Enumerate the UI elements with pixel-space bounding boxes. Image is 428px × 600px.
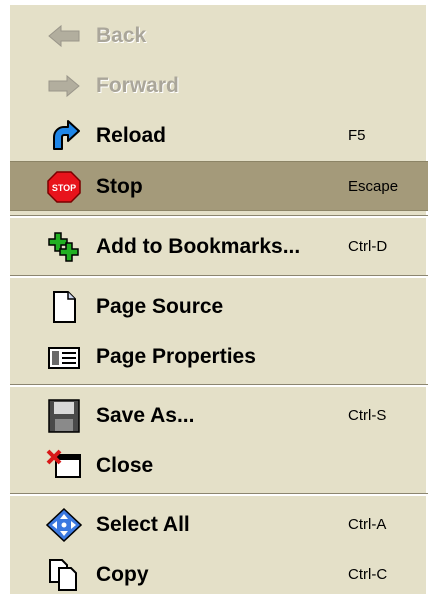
menu-item-shortcut: Escape <box>348 178 399 195</box>
copy-icon <box>46 558 82 592</box>
menu-item-label: Save As... <box>96 404 195 427</box>
reload-icon <box>46 119 82 153</box>
menu-separator <box>10 275 428 278</box>
select-all-icon <box>46 508 82 542</box>
menu-item-copy[interactable]: Copy Ctrl-C <box>10 550 428 600</box>
menu-item-label: Stop <box>96 175 143 198</box>
menu-item-label: Page Properties <box>96 345 256 368</box>
menu-item-page-properties[interactable]: Page Properties <box>10 332 428 382</box>
menu-item-label: Page Source <box>96 295 224 318</box>
menu-item-label: Close <box>96 454 154 477</box>
menu-item-label: Select All <box>96 513 190 536</box>
menu-item-save-as[interactable]: Save As... Ctrl-S <box>10 391 428 441</box>
menu-item-shortcut: F5 <box>348 127 366 144</box>
forward-arrow-icon <box>46 69 82 103</box>
menu-separator <box>10 384 428 387</box>
page-properties-icon <box>46 340 82 374</box>
svg-text:STOP: STOP <box>52 183 76 193</box>
menu-item-shortcut: Ctrl-D <box>348 238 388 255</box>
menu-item-stop[interactable]: STOP Stop Escape <box>10 161 428 211</box>
menu-item-close[interactable]: Close <box>10 441 428 491</box>
menu-separator <box>10 493 428 496</box>
menu-item-reload[interactable]: Reload F5 <box>10 111 428 161</box>
menu-item-select-all[interactable]: Select All Ctrl-A <box>10 500 428 550</box>
menu-item-forward[interactable]: Forward <box>10 61 428 111</box>
save-disk-icon <box>46 399 82 433</box>
close-window-icon <box>46 449 82 483</box>
menu-item-shortcut: Ctrl-A <box>348 516 387 533</box>
menu-item-shortcut: Ctrl-S <box>348 407 387 424</box>
menu-item-label: Reload <box>96 124 167 147</box>
menu-separator <box>10 215 428 218</box>
stop-sign-icon: STOP <box>46 170 82 204</box>
page-source-icon <box>46 290 82 324</box>
menu-item-label: Forward <box>96 74 179 97</box>
menu-item-add-bookmarks[interactable]: Add to Bookmarks... Ctrl-D <box>10 222 428 272</box>
add-bookmark-icon <box>46 230 82 264</box>
menu-item-shortcut: Ctrl-C <box>348 566 388 583</box>
menu-item-label: Add to Bookmarks... <box>96 235 301 258</box>
menu-item-label: Back <box>96 24 147 47</box>
menu-item-label: Copy <box>96 563 149 586</box>
menu-item-page-source[interactable]: Page Source <box>10 282 428 332</box>
context-menu: Back Forward Reload F5 STOP Stop Escape <box>8 5 428 594</box>
back-arrow-icon <box>46 19 82 53</box>
menu-item-back[interactable]: Back <box>10 11 428 61</box>
